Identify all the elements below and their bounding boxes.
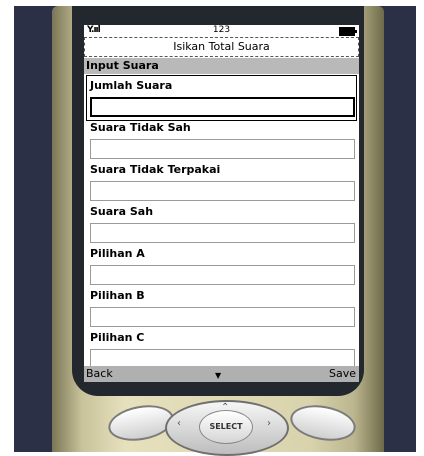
status-clock: 123	[212, 25, 231, 35]
field-label: Suara Tidak Sah	[90, 121, 191, 134]
softkey-bar: Back ▼ Save	[84, 366, 359, 382]
jumlah-suara-input[interactable]	[90, 97, 355, 117]
field-label: Suara Sah	[90, 205, 154, 218]
field-label: Jumlah Suara	[90, 79, 173, 92]
phone-keypad: ⌃ ‹ › SELECT	[52, 396, 384, 456]
field-label: Pilihan A	[90, 247, 145, 260]
battery-icon	[339, 27, 357, 36]
nav-left-icon[interactable]: ‹	[177, 418, 181, 429]
nav-right-icon[interactable]: ›	[267, 418, 271, 429]
section-header: Input Suara	[84, 58, 359, 74]
right-softkey-button[interactable]	[287, 400, 359, 446]
suara-tidak-sah-input[interactable]	[90, 139, 355, 159]
field-label: Pilihan C	[90, 331, 145, 344]
pilihan-a-input[interactable]	[90, 265, 355, 285]
suara-sah-input[interactable]	[90, 223, 355, 243]
suara-tidak-terpakai-input[interactable]	[90, 181, 355, 201]
screen-title: Isikan Total Suara	[84, 37, 359, 57]
back-softkey[interactable]: Back	[86, 366, 113, 382]
field-label: Suara Tidak Terpakai	[90, 163, 221, 176]
select-button[interactable]: SELECT	[199, 410, 253, 444]
down-arrow-icon: ▼	[215, 371, 222, 380]
phone-screen: Y.ııl 123 Isikan Total Suara Input Suara…	[84, 25, 359, 382]
field-label: Pilihan B	[90, 289, 145, 302]
save-softkey[interactable]: Save	[329, 366, 356, 382]
pilihan-b-input[interactable]	[90, 307, 355, 327]
